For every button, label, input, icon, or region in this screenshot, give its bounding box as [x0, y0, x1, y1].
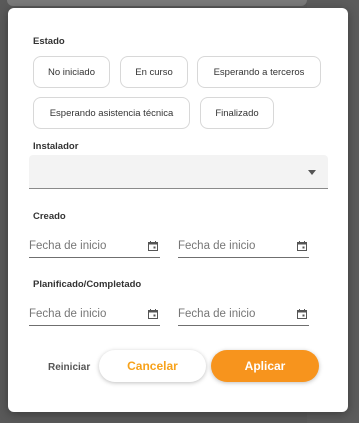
planned-end-date-placeholder: Fecha de inicio	[178, 308, 256, 320]
status-label: Estado	[33, 36, 65, 47]
apply-button[interactable]: Aplicar	[211, 350, 319, 382]
filter-dialog: Estado No iniciado En curso Esperando a …	[8, 8, 348, 412]
created-end-date-field[interactable]: Fecha de inicio	[178, 237, 309, 258]
created-label: Creado	[33, 211, 66, 222]
status-chip-finished[interactable]: Finalizado	[200, 97, 274, 129]
status-chip-waiting-tech-support[interactable]: Esperando asistencia técnica	[33, 97, 190, 129]
status-chip-not-started[interactable]: No iniciado	[33, 56, 110, 88]
chevron-down-icon	[308, 170, 316, 175]
planned-label: Planificado/Completado	[33, 279, 142, 290]
background-header-strip	[7, 0, 307, 6]
reset-button[interactable]: Reiniciar	[48, 362, 90, 373]
created-start-date-placeholder: Fecha de inicio	[29, 240, 107, 252]
created-start-date-field[interactable]: Fecha de inicio	[29, 237, 160, 258]
calendar-icon[interactable]	[297, 309, 307, 319]
installer-select[interactable]	[29, 155, 328, 189]
planned-end-date-field[interactable]: Fecha de inicio	[178, 305, 309, 326]
cancel-button[interactable]: Cancelar	[99, 350, 206, 382]
calendar-icon[interactable]	[148, 241, 158, 251]
installer-label: Instalador	[33, 141, 79, 152]
calendar-icon[interactable]	[148, 309, 158, 319]
status-chip-in-progress[interactable]: En curso	[120, 56, 188, 88]
status-chip-waiting-third-parties[interactable]: Esperando a terceros	[197, 56, 321, 88]
created-end-date-placeholder: Fecha de inicio	[178, 240, 256, 252]
calendar-icon[interactable]	[297, 241, 307, 251]
planned-start-date-field[interactable]: Fecha de inicio	[29, 305, 160, 326]
planned-start-date-placeholder: Fecha de inicio	[29, 308, 107, 320]
